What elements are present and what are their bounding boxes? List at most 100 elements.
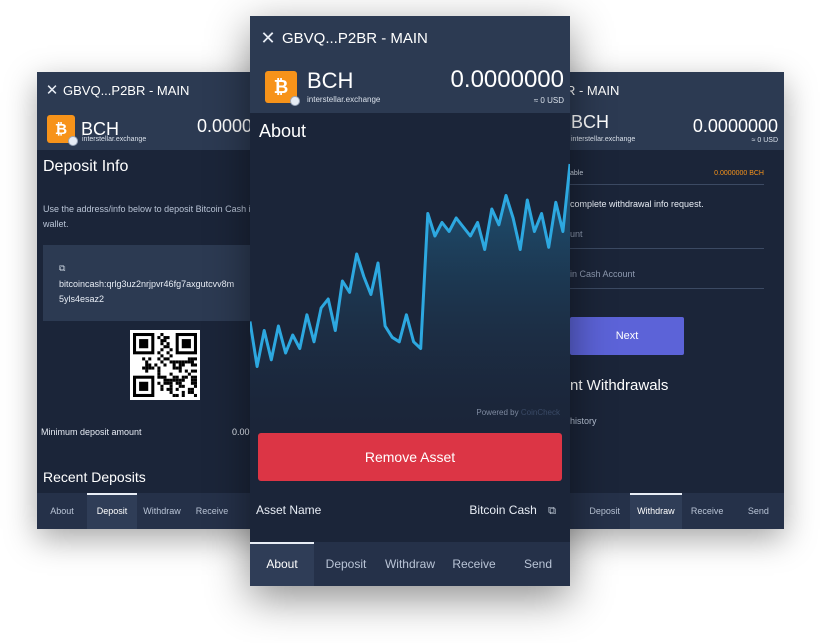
qr-module [178,360,182,364]
balance-usd: ≈ 0 USD [533,96,564,105]
qr-module [190,387,194,391]
qr-module [157,381,161,385]
qr-module [184,375,188,379]
qr-module [193,378,197,382]
asset-name-value-group: Bitcoin Cash ⧉ [469,503,556,518]
withdraw-screen: GBVQ...P2BR - MAIN BCH interstellar.exch… [533,72,784,529]
tab-deposit[interactable]: Deposit [579,493,630,529]
qr-module [157,375,161,379]
qr-module [193,384,197,388]
qr-module [169,372,173,376]
close-icon[interactable]: ✕ [45,81,59,99]
qr-module [148,357,152,361]
qr-module [178,363,182,367]
bitcoin-cash-account-field[interactable]: in Cash Account [570,269,764,289]
tab-send[interactable]: Send [506,542,570,586]
tab-deposit[interactable]: Deposit [87,493,137,529]
tab-receive[interactable]: Receive [187,493,237,529]
qr-module [142,366,146,370]
bottom-tab-bar: About Deposit Withdraw Receive Send [250,542,570,586]
chart-attribution: Powered by CoinCheck [476,408,560,417]
qr-module [166,336,170,340]
qr-module [175,387,179,391]
qr-module [160,333,164,337]
qr-module [190,363,194,367]
qr-module [175,366,179,370]
amount-field[interactable]: unt [570,229,764,249]
qr-module [157,369,161,373]
withdraw-instruction: complete withdrawal info request. [570,199,704,209]
qr-module [169,354,173,358]
qr-module [193,375,197,379]
qr-module [184,369,188,373]
qr-module [145,363,149,367]
qr-module [193,381,197,385]
issuer-badge-icon [68,136,78,146]
tab-withdraw[interactable]: Withdraw [137,493,187,529]
qr-module [145,366,149,370]
tab-about[interactable]: About [37,493,87,529]
qr-module [148,366,152,370]
qr-module [163,381,167,385]
copy-icon[interactable]: ⧉ [548,505,556,517]
asset-balance: 0.0000000 ≈ 0 USD [451,66,564,105]
qr-module [160,348,164,352]
qr-module [181,390,185,394]
qr-module [169,348,173,352]
asset-issuer: interstellar.exchange [571,136,636,143]
qr-module [190,357,194,361]
asset-header: ₿ BCH interstellar.exchange 0.0000000 ≈ … [250,61,570,113]
qr-module [142,357,146,361]
tab-deposit[interactable]: Deposit [314,542,378,586]
asset-issuer: interstellar.exchange [82,136,147,143]
available-label: able [570,170,584,177]
asset-header: BCH interstellar.exchange 0.0000000 ≈ 0 … [533,108,784,150]
account-title: GBVQ...P2BR - MAIN [63,82,190,98]
copy-icon[interactable]: ⧉ [59,261,257,276]
asset-symbol: BCH [571,112,610,132]
next-button[interactable]: Next [570,317,684,355]
close-icon[interactable]: ✕ [260,28,276,49]
qr-module [160,339,164,343]
qr-module [163,363,167,367]
deposit-address-box[interactable]: ⧉ bitcoincash:qrlg3uz2nrjpvr46fg7axgutcv… [43,245,273,321]
asset-name-label: Asset Name [256,503,322,517]
recent-withdrawals-title: nt Withdrawals [570,377,669,394]
qr-module [151,366,155,370]
remove-asset-button[interactable]: Remove Asset [258,433,562,481]
qr-module [160,342,164,346]
bitcoin-cash-icon: ₿ [47,115,78,146]
qr-module [181,360,185,364]
issuer-badge-icon [290,96,300,106]
qr-module [166,342,170,346]
qr-module [163,375,167,379]
tab-receive[interactable]: Receive [682,493,733,529]
qr-module [160,375,164,379]
qr-module [175,375,179,379]
qr-module [181,378,185,382]
qr-module [190,360,194,364]
tab-withdraw[interactable]: Withdraw [378,542,442,586]
qr-module [187,372,191,376]
qr-module [163,345,167,349]
qr-module [175,360,179,364]
tab-receive[interactable]: Receive [442,542,506,586]
title-bar: ✕ GBVQ...P2BR - MAIN [250,16,570,61]
qr-module [172,378,176,382]
qr-module [166,381,170,385]
qr-module [187,390,191,394]
tab-about[interactable]: About [250,542,314,586]
asset-name-row: Asset Name Bitcoin Cash ⧉ [256,503,556,518]
asset-balance: 0.0000000 ≈ 0 USD [693,116,778,144]
powered-by-brand[interactable]: CoinCheck [521,408,560,417]
qr-module [163,336,167,340]
tab-send[interactable]: Send [733,493,784,529]
qr-module [190,381,194,385]
available-balance-row: able 0.0000000 BCH [570,170,764,185]
qr-module [193,369,197,373]
qr-module [178,384,182,388]
tab-withdraw[interactable]: Withdraw [630,493,682,529]
asset-symbol: BCH [307,68,354,93]
deposit-address-line: bitcoincash:qrlg3uz2nrjpvr46fg7axgutcvv8… [59,279,235,289]
price-chart [250,163,570,426]
